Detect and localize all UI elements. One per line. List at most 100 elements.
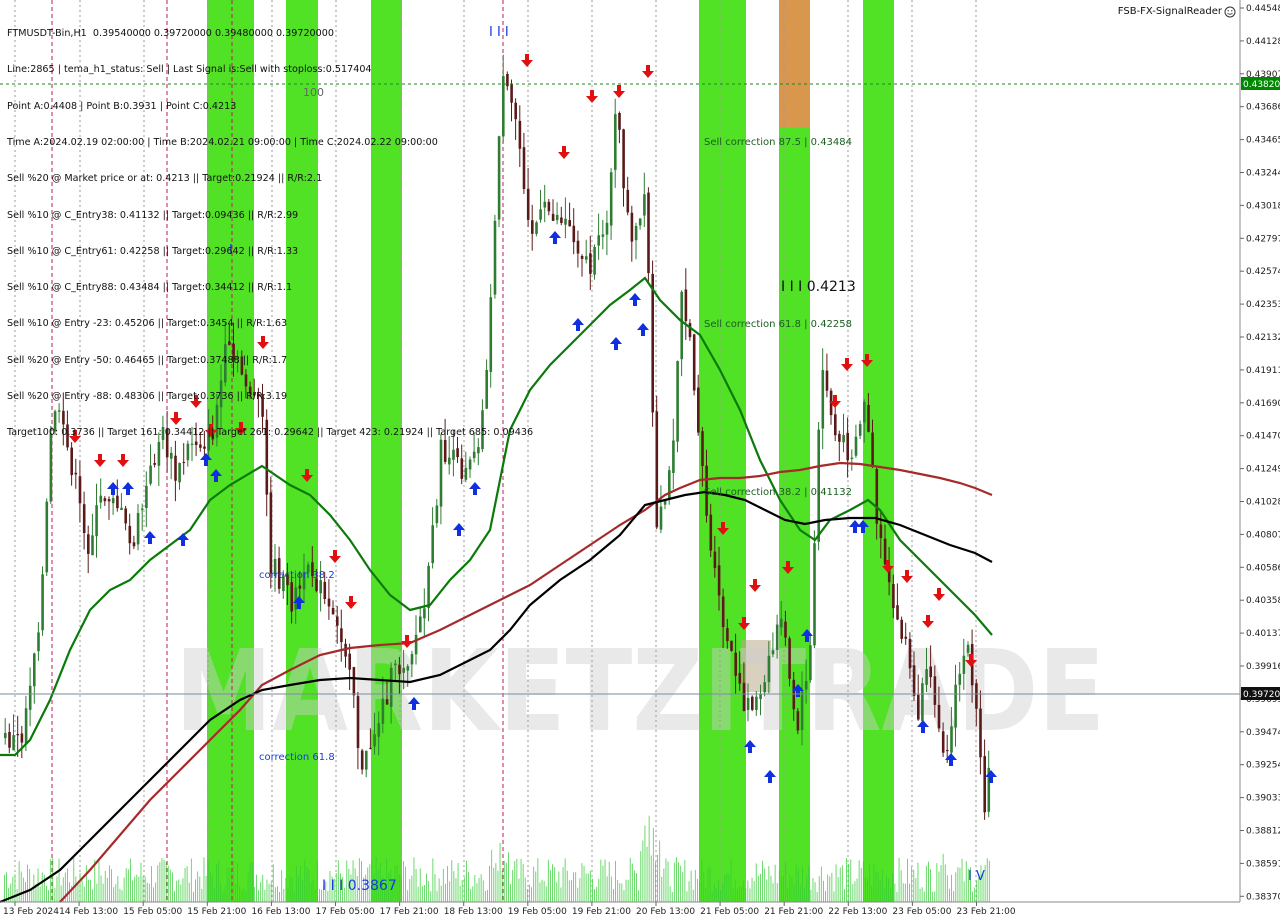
volume-bar — [180, 884, 182, 902]
volume-bar — [220, 882, 222, 902]
wave-iv-label: I V — [968, 869, 985, 884]
volume-bar — [715, 887, 717, 902]
candle-body — [672, 440, 675, 473]
volume-bar — [438, 878, 440, 902]
volume-bar — [96, 883, 98, 902]
volume-bar — [474, 875, 476, 902]
volume-bar — [692, 889, 694, 902]
volume-bar — [537, 858, 539, 902]
candle-body — [638, 218, 642, 226]
price-tick-label: 0.39474 — [1246, 728, 1280, 738]
price-tick-label: 0.41911 — [1246, 366, 1280, 376]
volume-bar — [902, 883, 904, 902]
volume-bar — [510, 884, 511, 902]
volume-bar — [522, 863, 524, 902]
volume-bar — [247, 873, 249, 902]
volume-bar — [932, 891, 934, 902]
volume-bar — [942, 853, 944, 902]
volume-bar — [621, 883, 623, 902]
volume-bar — [300, 866, 301, 902]
candle-body — [45, 501, 49, 573]
candle-body — [643, 194, 646, 216]
volume-bar — [907, 858, 908, 902]
candle-body — [576, 240, 580, 254]
volume-bar — [193, 891, 194, 902]
volume-bar — [778, 870, 780, 902]
volume-bar — [455, 878, 457, 902]
buy-arrow-icon — [469, 482, 481, 495]
volume-bar — [890, 888, 892, 902]
info-line: Sell %10 @ C_Entry61: 0.42258 || Target:… — [7, 245, 299, 257]
volume-bar — [98, 861, 100, 902]
volume-bar — [159, 862, 161, 902]
volume-bar — [287, 888, 289, 902]
candle-body — [555, 214, 559, 221]
volume-bar — [457, 862, 459, 902]
volume-bar — [495, 863, 497, 902]
price-tick-label: 0.40358 — [1246, 596, 1280, 606]
volume-bar — [493, 867, 495, 902]
volume-bar — [875, 871, 877, 902]
volume-bar — [430, 891, 432, 902]
volume-bar — [789, 874, 791, 902]
candle-body — [33, 653, 36, 687]
volume-bar — [961, 858, 963, 902]
volume-bar — [176, 880, 178, 902]
candle-body — [709, 514, 713, 551]
volume-bar — [83, 886, 85, 902]
volume-bar — [270, 881, 272, 902]
volume-bar — [577, 887, 579, 902]
candle-body — [385, 699, 389, 705]
candle-body — [921, 683, 924, 721]
volume-bar — [806, 876, 808, 902]
volume-bar — [946, 875, 948, 902]
smiley-icon[interactable] — [1224, 6, 1236, 18]
candle-body — [74, 472, 78, 475]
volume-bar — [881, 869, 883, 902]
sell-arrow-icon — [901, 570, 913, 583]
volume-bar — [533, 866, 535, 902]
info-line: Sell %10 @ C_Entry88: 0.43484 || Target:… — [7, 282, 293, 294]
candle-body — [580, 256, 584, 259]
volume-bar — [461, 880, 463, 902]
buy-arrow-icon — [629, 293, 641, 306]
volume-bar — [610, 876, 612, 902]
candle-body — [319, 580, 322, 594]
volume-bar — [900, 870, 902, 902]
price-tick-label: 0.38370 — [1246, 892, 1280, 902]
volume-bar — [396, 864, 398, 902]
volume-bar — [825, 891, 826, 902]
volume-bar — [974, 887, 976, 902]
volume-bar — [818, 876, 820, 902]
volume-bar — [659, 840, 661, 902]
volume-bar — [266, 879, 268, 902]
volume-bar — [768, 866, 770, 902]
volume-bar — [736, 889, 738, 902]
price-tick-label: 0.41249 — [1246, 465, 1280, 475]
candle-body — [809, 645, 812, 681]
volume-bar — [104, 870, 106, 902]
candle-body — [655, 411, 659, 528]
candle-body — [107, 499, 111, 502]
volume-bar — [835, 864, 837, 902]
volume-bar — [776, 883, 778, 902]
volume-bar — [535, 871, 537, 902]
volume-bar — [463, 877, 465, 902]
candle-body — [651, 273, 654, 413]
volume-bar — [224, 886, 226, 902]
volume-bar — [747, 880, 749, 902]
candle-body — [128, 525, 132, 544]
volume-bar — [277, 886, 278, 902]
volume-bar — [799, 884, 801, 902]
volume-bar — [214, 887, 215, 902]
volume-bar — [564, 858, 566, 902]
price-tick-label: 0.42353 — [1246, 300, 1280, 310]
volume-bar — [894, 883, 896, 902]
candle-body — [589, 253, 592, 274]
volume-bar — [816, 892, 818, 902]
sell-arrow-icon — [329, 550, 341, 563]
candle-body — [950, 726, 953, 753]
volume-bar — [608, 861, 610, 902]
trading-chart[interactable]: MARKETZITRADE 100 Sell correction 87.5 |… — [0, 0, 1280, 920]
current-price-tag: 0.39720 — [1241, 687, 1280, 700]
